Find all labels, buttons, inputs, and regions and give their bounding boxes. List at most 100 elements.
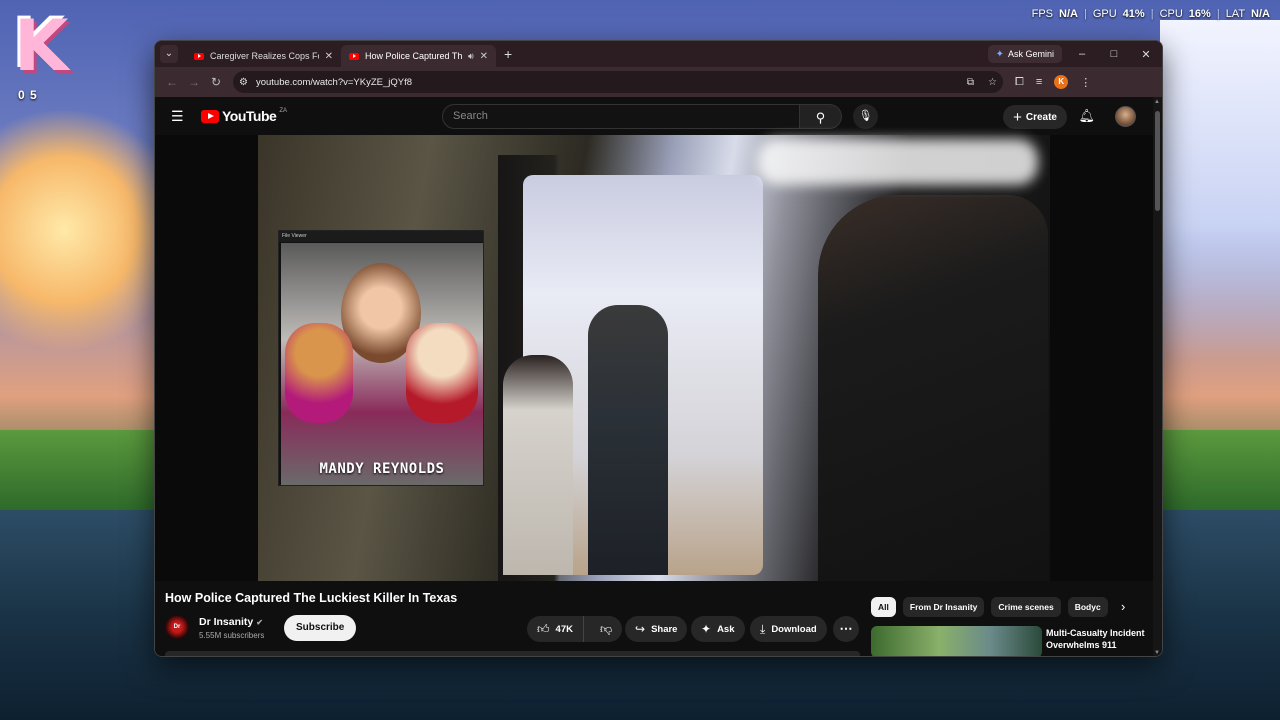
youtube-play-icon [201,109,219,123]
gpu-value: 41% [1122,8,1145,20]
url-text[interactable]: youtube.com/watch?v=YKyZE_jQYf8 [256,77,412,88]
chevron-right-icon[interactable]: › [1121,599,1125,614]
hud-separator: | [1216,8,1220,20]
account-avatar[interactable] [1115,106,1136,127]
channel-name[interactable]: Dr Insanity ✔ [199,616,263,628]
omnibox[interactable]: ⚙ youtube.com/watch?v=YKyZE_jQYf8 ⧉ ☆ [233,71,1003,93]
like-dislike-group: 👍︎ 47K 👎︎ [527,616,623,642]
media-control-icon[interactable]: ≡ [1036,76,1042,88]
tab-title: How Police Captured The Lu [365,51,462,61]
download-button[interactable]: ⤓ Download [750,616,827,642]
gemini-sparkle-icon: ✦ [995,48,1004,60]
profile-avatar[interactable]: K [1054,75,1069,89]
video-title: How Police Captured The Luckiest Killer … [165,591,458,605]
create-button[interactable]: + Create [1003,105,1067,129]
scrollbar-thumb[interactable] [1155,111,1160,211]
lat-label: LAT [1225,8,1246,20]
gpu-label: GPU [1092,8,1117,20]
recommendation-chips: All From Dr Insanity Crime scenes Bodyc [871,597,1108,617]
share-button[interactable]: ↪ Share [625,616,688,642]
youtube-favicon-icon [349,52,359,60]
install-app-icon[interactable]: ⧉ [967,77,974,88]
desktop-counter: 0 5 [18,88,38,102]
speaker-icon[interactable]: 🔊︎ [468,51,474,62]
share-arrow-icon: ↪ [635,622,646,636]
site-info-icon[interactable]: ⚙ [239,77,248,88]
share-label: Share [651,623,678,635]
new-tab-button[interactable]: + [504,46,512,62]
youtube-favicon-icon [194,52,204,60]
microphone-icon[interactable]: 🎙︎ [853,104,878,129]
page-scrollbar[interactable]: ▲ ▼ [1153,97,1162,656]
reload-icon[interactable]: ↻ [205,75,227,89]
channel-avatar[interactable]: Dr [165,615,189,639]
hud-separator: | [1150,8,1154,20]
chip-crime-scenes[interactable]: Crime scenes [991,597,1061,617]
minimize-button[interactable]: – [1066,48,1098,60]
ask-gemini-label: Ask Gemini [1007,49,1054,59]
omnibox-actions: ⧉ ☆ [967,77,997,88]
performance-overlay: FPS N/A | GPU 41% | CPU 16% | LAT N/A [1032,8,1270,20]
hamburger-menu-icon[interactable]: ☰ [171,108,185,125]
thumbs-up-icon: 👍︎ [537,621,550,636]
subscriber-count: 5.55M subscribers [199,631,265,640]
video-person-woman [503,355,573,575]
channel-name-text[interactable]: Dr Insanity [199,616,253,628]
sparkle-icon: ✦ [701,622,712,636]
overlay-photo: MANDY REYNOLDS [281,243,483,485]
notifications-bell-icon[interactable]: 🔔︎ [1078,108,1095,124]
recommendation-title[interactable]: Multi-Casualty Incident Overwhelms 911 [1046,627,1156,651]
chip-bodycam[interactable]: Bodyc [1067,597,1108,617]
ask-gemini-button[interactable]: ✦ Ask Gemini [987,45,1062,63]
desktop-logo: K [14,5,69,87]
video-frame[interactable]: File Viewer MANDY REYNOLDS [258,135,1050,581]
address-bar: ← → ↻ ⚙ youtube.com/watch?v=YKyZE_jQYf8 … [155,67,1162,97]
like-button[interactable]: 👍︎ 47K [527,616,584,642]
toolbar-right: ⧠ ≡ K ⋮ [1015,75,1091,89]
chip-from-channel[interactable]: From Dr Insanity [902,597,985,617]
download-label: Download [771,623,817,635]
tab-search-icon[interactable]: ⌄ [160,45,178,63]
download-icon: ⤓ [760,621,766,636]
search-input[interactable]: Search [442,104,800,129]
forward-arrow-icon[interactable]: → [183,75,205,89]
tab-caregiver[interactable]: Caregiver Realizes Cops Found ✕ [186,45,341,67]
desktop-hill-left [0,430,160,510]
youtube-header: ☰ YouTube ZA Search ⚲ 🎙︎ + Create 🔔︎ [155,97,1162,135]
video-person-man [588,305,668,575]
close-window-button[interactable]: ✕ [1130,48,1162,61]
recommendation-thumbnail[interactable] [871,626,1042,656]
tab-police-captured[interactable]: How Police Captured The Lu 🔊︎ ✕ [341,45,496,67]
lat-value: N/A [1251,8,1270,20]
video-details: How Police Captured The Luckiest Killer … [155,581,1162,656]
back-arrow-icon[interactable]: ← [161,75,183,89]
close-tab-icon[interactable]: ✕ [325,51,333,62]
tab-bar: ⌄ Caregiver Realizes Cops Found ✕ How Po… [155,41,1162,67]
like-count: 47K [555,623,573,635]
thumbs-down-icon[interactable]: 👎︎ [590,622,622,637]
search-icon[interactable]: ⚲ [800,104,842,129]
desktop-hill-right [1160,430,1280,510]
description-box-edge [165,651,860,656]
more-actions-icon[interactable]: ⋯ [833,616,859,642]
browser-menu-icon[interactable]: ⋮ [1080,76,1091,89]
ask-label: Ask [717,623,735,635]
video-player[interactable]: File Viewer MANDY REYNOLDS [155,135,1155,581]
subscribe-button[interactable]: Subscribe [284,615,357,641]
ask-button[interactable]: ✦ Ask [691,616,745,642]
youtube-logo[interactable]: YouTube ZA [201,108,287,124]
create-label: Create [1025,111,1057,123]
extensions-icon[interactable]: ⧠ [1015,76,1024,89]
tab-title: Caregiver Realizes Cops Found [210,51,319,61]
photo-puppy-left [285,323,353,423]
bookmark-star-icon[interactable]: ☆ [988,77,997,88]
scroll-up-icon[interactable]: ▲ [1154,99,1160,105]
scroll-down-icon[interactable]: ▼ [1154,650,1160,656]
close-tab-icon[interactable]: ✕ [480,51,488,62]
photo-puppy-right [406,323,478,423]
chip-all[interactable]: All [871,597,896,617]
fps-label: FPS [1031,8,1054,20]
maximize-button[interactable]: □ [1098,48,1130,60]
file-viewer-title: File Viewer [279,231,483,242]
plus-icon: + [1013,108,1022,126]
